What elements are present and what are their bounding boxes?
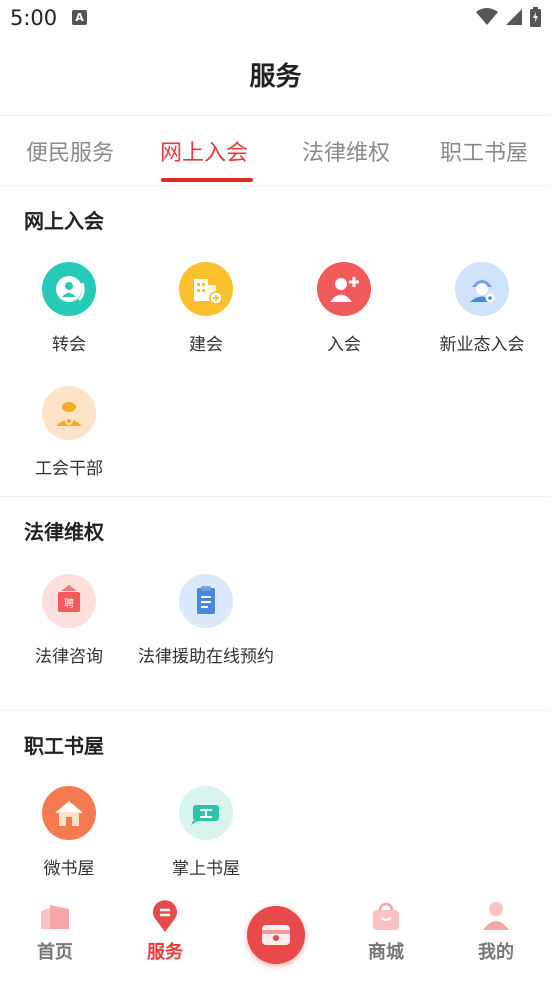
house-icon <box>42 786 96 840</box>
tab-online-join[interactable]: 网上入会 <box>160 135 248 167</box>
consult-icon: 聘 <box>42 574 96 628</box>
nav-shop[interactable]: 商城 <box>331 893 441 981</box>
nav-label: 首页 <box>37 942 73 963</box>
wifi-icon <box>476 8 498 25</box>
header: 服务 <box>0 38 551 116</box>
tab-convenience-service[interactable]: 便民服务 <box>26 135 114 167</box>
tab-workers-bookhouse[interactable]: 职工书屋 <box>440 135 528 167</box>
section-title-books: 职工书屋 <box>24 734 104 758</box>
nav-label: 商城 <box>368 942 404 963</box>
center-card-button[interactable] <box>247 906 305 964</box>
nav-label: 服务 <box>147 942 183 963</box>
profile-icon <box>478 899 514 933</box>
grid-label: 掌上书屋 <box>172 859 240 879</box>
shop-bag-icon <box>368 899 404 933</box>
courier-icon <box>455 262 509 316</box>
grid-label: 法律援助在线预约 <box>138 647 274 667</box>
service-icon <box>147 899 183 933</box>
grid-label: 新业态入会 <box>439 335 525 355</box>
book-icon <box>179 786 233 840</box>
svg-text:聘: 聘 <box>64 597 74 610</box>
tab-bar: 便民服务 网上入会 法律维权 职工书屋 <box>0 116 551 186</box>
grid-label: 建会 <box>189 335 223 355</box>
grid-label: 法律咨询 <box>35 647 103 667</box>
tab-legal-rights[interactable]: 法律维权 <box>302 135 390 167</box>
status-bar: 5:00 A <box>0 0 551 38</box>
section-title-legal: 法律维权 <box>24 520 104 544</box>
add-person-icon <box>317 262 371 316</box>
page-title: 服务 <box>249 62 302 92</box>
card-icon <box>262 925 290 945</box>
battery-icon <box>530 7 541 27</box>
nav-service[interactable]: 服务 <box>110 893 220 981</box>
grid-label: 微书屋 <box>43 859 95 879</box>
document-icon <box>179 574 233 628</box>
status-time: 5:00 <box>10 6 58 30</box>
cadre-icon <box>42 386 96 440</box>
section-divider <box>0 496 551 497</box>
signal-icon <box>506 9 522 25</box>
active-tab-underline <box>161 178 253 182</box>
notification-a-icon: A <box>72 10 87 25</box>
building-icon <box>179 262 233 316</box>
section-divider <box>0 710 551 711</box>
nav-profile[interactable]: 我的 <box>441 893 551 981</box>
bottom-nav: 首页 服务 商城 我的 <box>0 893 551 981</box>
nav-label: 我的 <box>478 942 514 963</box>
transfer-member-icon <box>42 262 96 316</box>
home-icon <box>37 899 73 933</box>
section-title-join: 网上入会 <box>24 209 104 233</box>
status-indicators <box>476 7 541 27</box>
grid-label: 工会干部 <box>35 459 103 479</box>
grid-label: 转会 <box>52 335 86 355</box>
nav-home[interactable]: 首页 <box>0 893 110 981</box>
grid-label: 入会 <box>327 335 361 355</box>
